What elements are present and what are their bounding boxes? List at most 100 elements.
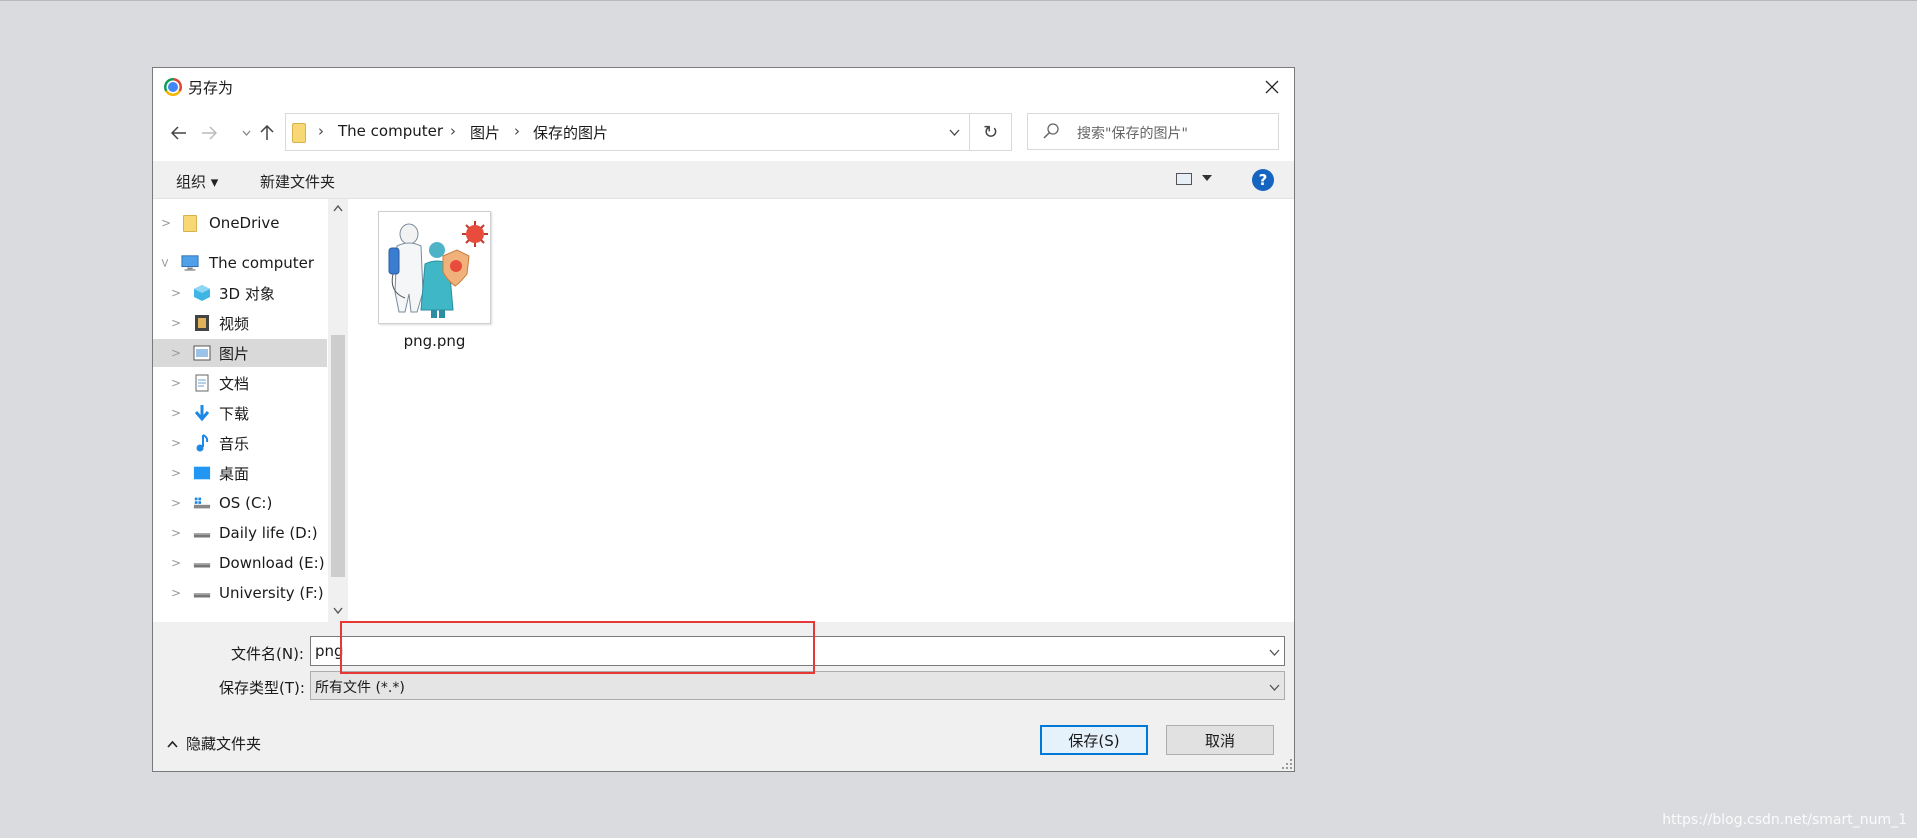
filetype-select[interactable]: 所有文件 (*.*) bbox=[310, 671, 1285, 700]
nav-item-label: 文档 bbox=[219, 374, 250, 393]
close-button[interactable] bbox=[1250, 68, 1294, 105]
view-options-icon[interactable] bbox=[1176, 173, 1192, 185]
view-dropdown-icon[interactable] bbox=[1202, 175, 1212, 181]
nav-item-documents[interactable]: > 文档 bbox=[153, 369, 327, 397]
breadcrumb-separator-icon[interactable]: › bbox=[514, 122, 520, 140]
drive-icon bbox=[193, 584, 211, 602]
nav-item-desktop[interactable]: > 桌面 bbox=[153, 459, 327, 487]
nav-item-label: 桌面 bbox=[219, 464, 250, 483]
window-title: 另存为 bbox=[188, 79, 234, 97]
arrow-right-icon bbox=[202, 126, 217, 140]
windows-drive-icon bbox=[193, 494, 211, 512]
nav-item-pictures[interactable]: > 图片 bbox=[153, 339, 327, 367]
navigation-pane: > OneDrive > The computer > 3D 对象 > 视频 >… bbox=[153, 199, 328, 622]
chrome-icon bbox=[164, 78, 182, 96]
scroll-up-icon[interactable] bbox=[328, 199, 348, 217]
nav-item-onedrive[interactable]: > OneDrive bbox=[153, 209, 327, 237]
chevron-right-icon[interactable]: > bbox=[171, 286, 181, 300]
nav-item-drive-f[interactable]: > University (F:) bbox=[153, 579, 327, 607]
recent-locations-button[interactable] bbox=[239, 119, 253, 147]
chevron-right-icon[interactable]: > bbox=[171, 556, 181, 570]
arrow-up-icon bbox=[260, 125, 274, 140]
chevron-right-icon[interactable]: > bbox=[171, 406, 181, 420]
organize-menu[interactable]: 组织 ▾ bbox=[176, 171, 218, 192]
file-list[interactable]: png.png bbox=[348, 199, 1294, 622]
image-thumbnail[interactable] bbox=[378, 211, 491, 324]
document-icon bbox=[193, 374, 211, 392]
annotation-highlight-box bbox=[340, 621, 815, 674]
chevron-right-icon[interactable]: > bbox=[171, 466, 181, 480]
arrow-left-icon bbox=[171, 126, 186, 140]
resize-grip-icon[interactable] bbox=[1282, 759, 1292, 769]
nav-item-drive-d[interactable]: > Daily life (D:) bbox=[153, 519, 327, 547]
forward-button[interactable] bbox=[197, 119, 221, 147]
chevron-right-icon[interactable]: > bbox=[171, 496, 181, 510]
nav-item-drive-c[interactable]: > OS (C:) bbox=[153, 489, 327, 517]
nav-scrollbar[interactable] bbox=[328, 199, 348, 622]
breadcrumb-pictures[interactable]: 图片 bbox=[470, 122, 500, 143]
nav-item-label: 3D 对象 bbox=[219, 284, 275, 303]
nav-item-label: Daily life (D:) bbox=[219, 524, 318, 542]
address-history-dropdown[interactable] bbox=[939, 114, 969, 150]
help-button[interactable]: ? bbox=[1252, 169, 1274, 191]
nav-item-drive-e[interactable]: > Download (E:) bbox=[153, 549, 327, 577]
close-icon bbox=[1265, 80, 1279, 93]
folder-icon bbox=[181, 214, 199, 232]
computer-icon bbox=[181, 254, 199, 272]
music-note-icon bbox=[193, 434, 211, 452]
chevron-right-icon[interactable]: > bbox=[171, 436, 181, 450]
nav-item-music[interactable]: > 音乐 bbox=[153, 429, 327, 457]
command-toolbar: 组织 ▾ 新建文件夹 ? bbox=[153, 161, 1294, 199]
chevron-down-icon[interactable]: > bbox=[158, 258, 172, 268]
chevron-right-icon[interactable]: > bbox=[171, 526, 181, 540]
nav-item-label: 音乐 bbox=[219, 434, 250, 453]
address-bar[interactable]: › The computer › 图片 › 保存的图片 bbox=[285, 113, 970, 151]
chevron-right-icon[interactable]: > bbox=[171, 346, 181, 360]
chevron-right-icon[interactable]: > bbox=[171, 376, 181, 390]
back-button[interactable] bbox=[167, 119, 191, 147]
cube-icon bbox=[193, 284, 211, 302]
save-button[interactable]: 保存(S) bbox=[1040, 725, 1148, 755]
search-box[interactable]: 搜索"保存的图片" bbox=[1027, 113, 1279, 150]
chevron-right-icon[interactable]: > bbox=[171, 586, 181, 600]
filetype-label: 保存类型(T): bbox=[219, 679, 305, 697]
nav-item-label: University (F:) bbox=[219, 584, 324, 602]
screen-top-border bbox=[0, 0, 1917, 1]
chevron-right-icon[interactable]: > bbox=[171, 316, 181, 330]
picture-icon bbox=[193, 344, 211, 362]
breadcrumb-saved-pictures[interactable]: 保存的图片 bbox=[533, 122, 608, 143]
chevron-down-icon bbox=[242, 130, 250, 136]
chevron-down-icon[interactable] bbox=[1269, 677, 1280, 695]
file-name-label[interactable]: png.png bbox=[378, 332, 491, 350]
new-folder-button[interactable]: 新建文件夹 bbox=[260, 171, 335, 192]
breadcrumb-the-computer[interactable]: The computer bbox=[338, 122, 443, 140]
nav-item-label: 视频 bbox=[219, 314, 250, 333]
refresh-icon: ↻ bbox=[982, 121, 999, 143]
breadcrumb-separator-icon[interactable]: › bbox=[450, 122, 456, 140]
scroll-thumb[interactable] bbox=[331, 335, 345, 577]
nav-item-downloads[interactable]: > 下载 bbox=[153, 399, 327, 427]
breadcrumb-separator-icon[interactable]: › bbox=[318, 122, 324, 140]
chevron-up-icon bbox=[167, 740, 178, 748]
cancel-button[interactable]: 取消 bbox=[1166, 725, 1274, 755]
up-button[interactable] bbox=[257, 119, 277, 147]
search-icon bbox=[1043, 123, 1059, 139]
nav-item-label: The computer bbox=[209, 254, 315, 272]
folder-icon bbox=[292, 123, 306, 143]
search-placeholder: 搜索"保存的图片" bbox=[1077, 126, 1188, 142]
nav-item-label: 图片 bbox=[219, 344, 250, 363]
chevron-right-icon[interactable]: > bbox=[161, 216, 171, 230]
desktop-icon bbox=[193, 464, 211, 482]
chevron-down-icon[interactable] bbox=[1269, 642, 1280, 660]
nav-item-3d-objects[interactable]: > 3D 对象 bbox=[153, 279, 327, 307]
nav-item-the-computer[interactable]: > The computer bbox=[153, 249, 327, 277]
nav-item-label: 下载 bbox=[219, 404, 250, 423]
watermark-text: https://blog.csdn.net/smart_num_1 bbox=[1662, 812, 1907, 828]
download-arrow-icon bbox=[193, 404, 211, 422]
filename-label: 文件名(N): bbox=[231, 645, 304, 663]
scroll-down-icon[interactable] bbox=[328, 601, 348, 619]
chevron-down-icon bbox=[949, 129, 959, 136]
nav-item-videos[interactable]: > 视频 bbox=[153, 309, 327, 337]
refresh-button[interactable]: ↻ bbox=[970, 113, 1012, 151]
hide-folders-toggle[interactable]: 隐藏文件夹 bbox=[167, 733, 261, 754]
